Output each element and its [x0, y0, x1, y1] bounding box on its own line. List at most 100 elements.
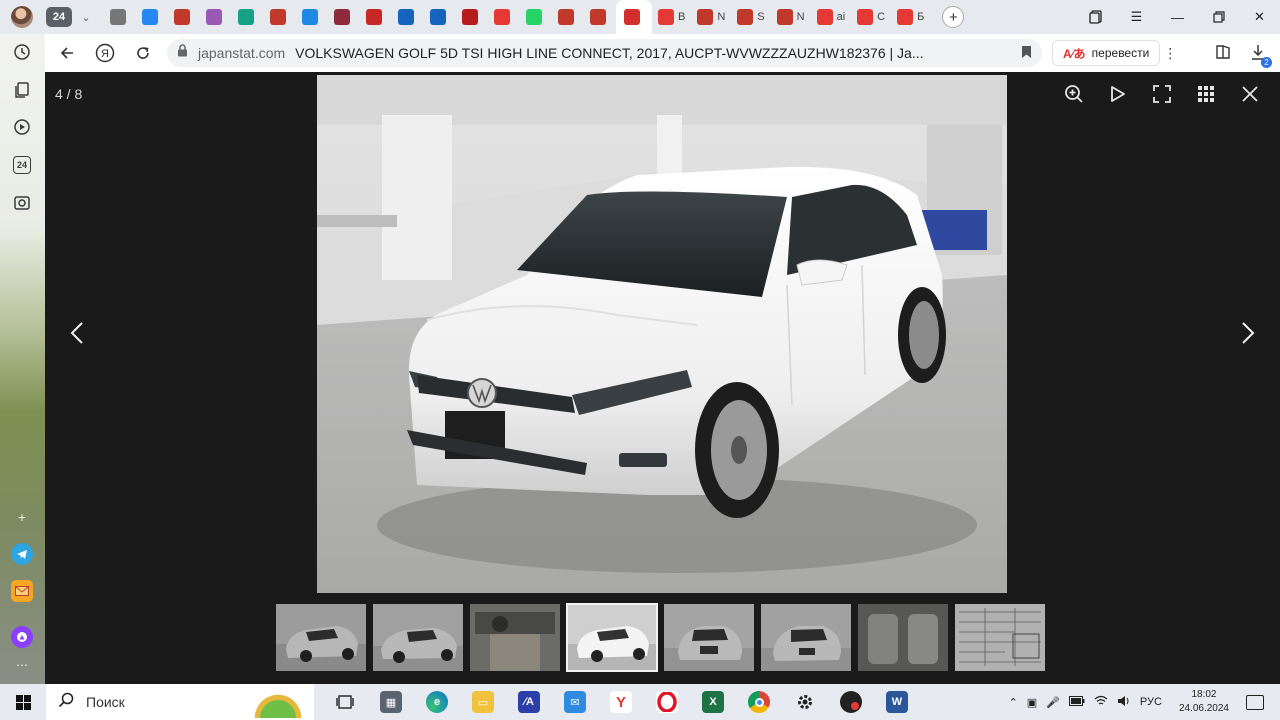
browser-tab[interactable]: [264, 0, 296, 34]
browser-tab[interactable]: [328, 0, 360, 34]
video-play-icon[interactable]: [11, 116, 33, 138]
taskbar-search[interactable]: Поиск: [46, 684, 314, 720]
tray-overflow-chevron-icon[interactable]: ⌃: [1009, 696, 1018, 709]
fullscreen-icon[interactable]: [1144, 80, 1180, 108]
translate-button[interactable]: A⁄あ перевести: [1052, 40, 1161, 66]
browser-tab[interactable]: Б: [891, 0, 930, 34]
clock[interactable]: 18:02 24.06.2024: [1179, 688, 1229, 716]
thumbnail-image: [761, 604, 851, 671]
opera-icon[interactable]: [644, 684, 690, 720]
thumbnail-2[interactable]: [373, 604, 463, 671]
notifications-icon[interactable]: [1246, 694, 1264, 710]
browser-tab[interactable]: [296, 0, 328, 34]
grid-view-icon[interactable]: [1188, 80, 1224, 108]
alice-icon[interactable]: [11, 626, 33, 648]
browser-tab[interactable]: [584, 0, 616, 34]
screenshot-icon[interactable]: [11, 192, 33, 214]
excel-icon[interactable]: X: [690, 684, 736, 720]
settings-gear-icon[interactable]: [782, 684, 828, 720]
reader-mode-icon[interactable]: [1214, 43, 1232, 64]
history-icon[interactable]: [11, 41, 33, 63]
browser-tab[interactable]: [520, 0, 552, 34]
thumbnail-8[interactable]: [955, 604, 1045, 671]
tab-count-button[interactable]: 24: [46, 7, 72, 27]
browser-tab[interactable]: [424, 0, 456, 34]
browser-tab[interactable]: N: [691, 0, 731, 34]
sidebar-24-icon[interactable]: 24: [13, 156, 31, 174]
zoom-in-icon[interactable]: [1056, 80, 1092, 108]
meet-now-icon[interactable]: ▣: [1027, 696, 1037, 709]
browser-tab[interactable]: ai: [811, 0, 852, 34]
browser-tab[interactable]: [360, 0, 392, 34]
browser-tab[interactable]: N: [771, 0, 811, 34]
recorder-app-icon[interactable]: [828, 684, 874, 720]
people-favicon-icon: [206, 9, 222, 25]
browser-tab[interactable]: [168, 0, 200, 34]
close-viewer-icon[interactable]: [1232, 80, 1268, 108]
collections-sidebar-icon[interactable]: [11, 79, 33, 101]
more-sidebar-icon[interactable]: ⋯: [11, 654, 33, 676]
windows-start-button[interactable]: [0, 684, 46, 720]
chrome-icon[interactable]: [736, 684, 782, 720]
window-controls: ☰ — ✕: [1075, 0, 1280, 34]
task-view-icon[interactable]: [322, 684, 368, 720]
browser-tab[interactable]: C: [851, 0, 891, 34]
language-indicator[interactable]: РУС: [1140, 696, 1162, 708]
slideshow-play-icon[interactable]: [1100, 80, 1136, 108]
math-app-icon[interactable]: ∕A: [506, 684, 552, 720]
browser-tab[interactable]: [232, 0, 264, 34]
browser-tab[interactable]: [552, 0, 584, 34]
browser-tab[interactable]: [616, 0, 652, 34]
previous-photo-button[interactable]: [57, 318, 97, 348]
more-options-icon[interactable]: ⋮: [1160, 45, 1180, 62]
menu-icon[interactable]: ☰: [1116, 0, 1157, 34]
yandex-browser-icon[interactable]: Y: [598, 684, 644, 720]
battery-icon[interactable]: [1068, 695, 1085, 709]
browser-tab[interactable]: [104, 0, 136, 34]
mail-app-icon[interactable]: ✉: [552, 684, 598, 720]
browser-tab[interactable]: B: [652, 0, 691, 34]
whatsapp-favicon-icon: [526, 9, 542, 25]
browser-tab[interactable]: S: [731, 0, 770, 34]
url-field[interactable]: japanstat.com VOLKSWAGEN GOLF 5D TSI HIG…: [167, 39, 1042, 67]
dots-favicon-icon: [238, 9, 254, 25]
browser-tab[interactable]: [136, 0, 168, 34]
profile-avatar[interactable]: [11, 6, 33, 28]
back-button[interactable]: [51, 37, 83, 69]
thumbnail-7[interactable]: [858, 604, 948, 671]
close-window-button[interactable]: ✕: [1239, 0, 1280, 34]
reload-button[interactable]: [127, 37, 159, 69]
browser-tab[interactable]: [392, 0, 424, 34]
wifi-icon[interactable]: [1094, 695, 1108, 710]
restore-button[interactable]: [1198, 0, 1239, 34]
volume-icon[interactable]: [1117, 695, 1131, 710]
address-bar-row: Я japanstat.com VOLKSWAGEN GOLF 5D TSI H…: [45, 34, 1280, 72]
yandex-icon[interactable]: Я: [89, 37, 121, 69]
word-icon[interactable]: W: [874, 684, 920, 720]
add-panel-icon[interactable]: +: [11, 506, 33, 528]
tab-list-chevron-icon[interactable]: ⌄: [76, 7, 96, 27]
next-photo-button[interactable]: [1228, 318, 1268, 348]
browser-tab[interactable]: [488, 0, 520, 34]
collections-icon[interactable]: [1075, 0, 1116, 34]
thumbnail-1[interactable]: [276, 604, 366, 671]
file-explorer-icon[interactable]: ▭: [460, 684, 506, 720]
thumbnail-image: [664, 604, 754, 671]
browser-tab[interactable]: [200, 0, 232, 34]
mail-icon[interactable]: [11, 580, 33, 602]
new-tab-button[interactable]: +: [942, 6, 965, 28]
thumbnail-3[interactable]: [470, 604, 560, 671]
calculator-icon[interactable]: ▦: [368, 684, 414, 720]
vk-favicon-icon: [142, 9, 158, 25]
heart-favicon-icon: [897, 9, 914, 25]
downloads-icon[interactable]: 2: [1250, 43, 1272, 68]
telegram-icon[interactable]: [11, 543, 33, 565]
minimize-button[interactable]: —: [1157, 0, 1198, 34]
edge-icon[interactable]: e: [414, 684, 460, 720]
browser-tab[interactable]: [456, 0, 488, 34]
microphone-icon[interactable]: 🎤: [1046, 696, 1060, 709]
bookmark-icon[interactable]: [1021, 45, 1032, 62]
thumbnail-5[interactable]: [664, 604, 754, 671]
thumbnail-6[interactable]: [761, 604, 851, 671]
thumbnail-4[interactable]: [566, 603, 658, 672]
